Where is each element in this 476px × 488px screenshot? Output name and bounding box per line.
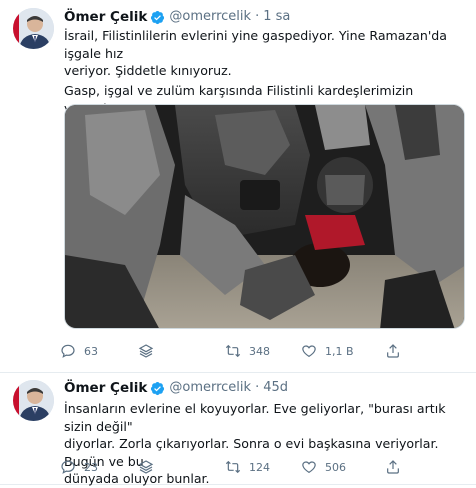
reply-button[interactable]: 23 <box>60 457 98 477</box>
like-count: 506 <box>325 460 346 474</box>
stack-icon <box>138 344 154 358</box>
avatar[interactable] <box>13 380 54 421</box>
tweet-header: Ömer Çelik @omerrcelik · 45d <box>64 379 288 397</box>
retweet-count: 124 <box>249 460 270 474</box>
tweet-time[interactable]: 45d <box>263 379 288 397</box>
tweet-header: Ömer Çelik @omerrcelik · 1 sa <box>64 8 290 26</box>
tweet-text-line: İnsanların evlerine el koyuyorlar. Eve g… <box>64 401 446 434</box>
reply-count: 63 <box>84 344 98 358</box>
author-handle[interactable]: @omerrcelik <box>169 8 251 26</box>
verified-icon <box>150 10 165 25</box>
share-button[interactable] <box>385 457 401 477</box>
stack-button[interactable] <box>138 341 154 361</box>
separator-dot: · <box>255 380 260 395</box>
tweet-actions: 63 348 1,1 B <box>60 341 410 361</box>
verified-icon <box>150 381 165 396</box>
stack-button[interactable] <box>138 457 154 477</box>
retweet-button[interactable]: 124 <box>225 457 270 477</box>
like-button[interactable]: 506 <box>301 457 346 477</box>
share-icon <box>387 460 399 474</box>
reply-icon <box>61 344 75 358</box>
tweet-text-line: İsrail, Filistinlilerin evlerini yine ga… <box>64 28 448 61</box>
share-icon <box>387 344 399 358</box>
author-name[interactable]: Ömer Çelik <box>64 379 147 397</box>
separator-dot: · <box>255 9 260 24</box>
avatar[interactable] <box>13 8 54 49</box>
reply-count: 23 <box>84 460 98 474</box>
stack-icon <box>138 460 154 474</box>
tweet[interactable]: Ömer Çelik @omerrcelik · 1 sa İsrail, Fi… <box>0 0 476 373</box>
like-button[interactable]: 1,1 B <box>301 341 354 361</box>
author-handle[interactable]: @omerrcelik <box>169 379 251 397</box>
like-icon <box>302 461 316 474</box>
tweet-actions: 23 124 506 <box>60 457 410 477</box>
tweet[interactable]: Ömer Çelik @omerrcelik · 45d İnsanların … <box>0 374 476 486</box>
retweet-button[interactable]: 348 <box>225 341 270 361</box>
share-button[interactable] <box>385 341 401 361</box>
retweet-icon <box>225 460 241 474</box>
like-count: 1,1 B <box>325 344 354 358</box>
tweet-text: İsrail, Filistinlilerin evlerini yine ga… <box>64 27 464 80</box>
tweet-time[interactable]: 1 sa <box>263 8 290 26</box>
tweet-photo[interactable] <box>64 104 465 329</box>
tweet-text-line: veriyor. Şiddetle kınıyoruz. <box>64 63 232 78</box>
author-name[interactable]: Ömer Çelik <box>64 8 147 26</box>
reply-button[interactable]: 63 <box>60 341 98 361</box>
retweet-count: 348 <box>249 344 270 358</box>
retweet-icon <box>225 344 241 358</box>
reply-icon <box>61 460 75 474</box>
like-icon <box>302 345 316 358</box>
